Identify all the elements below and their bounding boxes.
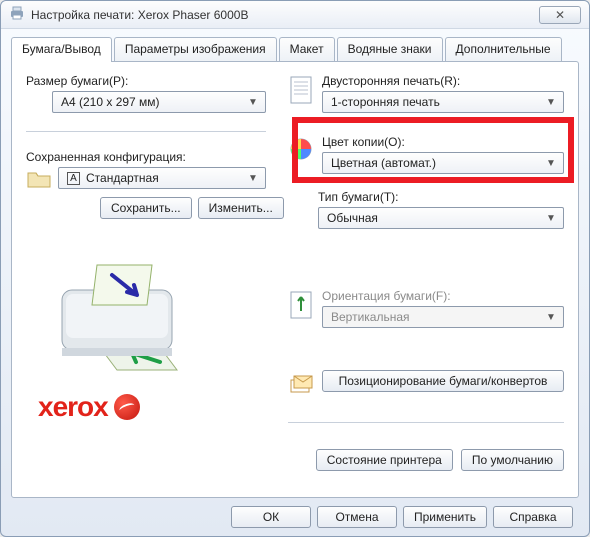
chevron-down-icon: ▼	[245, 97, 261, 108]
chevron-down-icon: ▼	[245, 173, 261, 184]
paper-size-label: Размер бумаги(P):	[26, 74, 266, 88]
tab-image-params[interactable]: Параметры изображения	[114, 37, 277, 62]
apply-button[interactable]: Применить	[403, 506, 487, 528]
edit-button[interactable]: Изменить...	[198, 197, 284, 219]
help-button[interactable]: Справка	[493, 506, 573, 528]
cancel-button[interactable]: Отмена	[317, 506, 397, 528]
paper-type-combo[interactable]: Обычная ▼	[318, 207, 564, 229]
color-copy-value: Цветная (автомат.)	[331, 156, 543, 170]
chevron-down-icon: ▼	[543, 97, 559, 108]
ok-button[interactable]: ОК	[231, 506, 311, 528]
saved-config-value: Стандартная	[86, 171, 245, 185]
duplex-value: 1-сторонняя печать	[331, 95, 543, 109]
chevron-down-icon: ▼	[543, 158, 559, 169]
duplex-page-icon	[288, 74, 314, 113]
save-button[interactable]: Сохранить...	[100, 197, 192, 219]
tab-advanced[interactable]: Дополнительные	[445, 37, 562, 62]
brand-word: xerox	[38, 391, 108, 423]
saved-config-combo[interactable]: A Стандартная ▼	[58, 167, 266, 189]
position-paper-button[interactable]: Позиционирование бумаги/конвертов	[322, 370, 564, 392]
paper-type-label: Тип бумаги(T):	[318, 190, 564, 204]
window-title: Настройка печати: Xerox Phaser 6000B	[31, 8, 539, 22]
color-copy-combo[interactable]: Цветная (автомат.) ▼	[322, 152, 564, 174]
a-icon: A	[67, 172, 80, 185]
titlebar: Настройка печати: Xerox Phaser 6000B ✕	[1, 1, 589, 29]
close-button[interactable]: ✕	[539, 6, 581, 24]
printer-illustration	[42, 235, 202, 385]
orientation-combo: Вертикальная ▼	[322, 306, 564, 328]
restore-defaults-button[interactable]: По умолчанию	[461, 449, 564, 471]
close-icon: ✕	[555, 8, 565, 22]
folder-icon	[26, 167, 52, 189]
brand: xerox	[38, 391, 266, 423]
tab-paper-output[interactable]: Бумага/Вывод	[11, 37, 112, 62]
print-setup-window: Настройка печати: Xerox Phaser 6000B ✕ Б…	[0, 0, 590, 537]
paper-type-value: Обычная	[327, 211, 543, 225]
saved-config-label: Сохраненная конфигурация:	[26, 150, 266, 164]
printer-status-button[interactable]: Состояние принтера	[316, 449, 453, 471]
orientation-page-icon	[288, 289, 314, 328]
brand-sphere-icon	[114, 394, 140, 420]
paper-size-value: A4 (210 x 297 мм)	[61, 95, 245, 109]
tab-strip: Бумага/Вывод Параметры изображения Макет…	[11, 37, 579, 62]
tab-page-paper-output: Размер бумаги(P): A4 (210 x 297 мм) ▼ Со…	[11, 61, 579, 498]
tab-layout[interactable]: Макет	[279, 37, 335, 62]
chevron-down-icon: ▼	[543, 213, 559, 224]
paper-size-combo[interactable]: A4 (210 x 297 мм) ▼	[52, 91, 266, 113]
printer-icon	[9, 5, 31, 24]
dialog-footer: ОК Отмена Применить Справка	[11, 498, 579, 528]
duplex-label: Двусторонняя печать(R):	[322, 74, 564, 88]
color-wheel-icon	[288, 135, 314, 174]
tab-watermarks[interactable]: Водяные знаки	[337, 37, 443, 62]
color-copy-label: Цвет копии(O):	[322, 135, 564, 149]
duplex-combo[interactable]: 1-сторонняя печать ▼	[322, 91, 564, 113]
chevron-down-icon: ▼	[543, 312, 559, 323]
envelope-stack-icon	[288, 370, 314, 396]
orientation-label: Ориентация бумаги(F):	[322, 289, 564, 303]
orientation-value: Вертикальная	[331, 310, 543, 324]
